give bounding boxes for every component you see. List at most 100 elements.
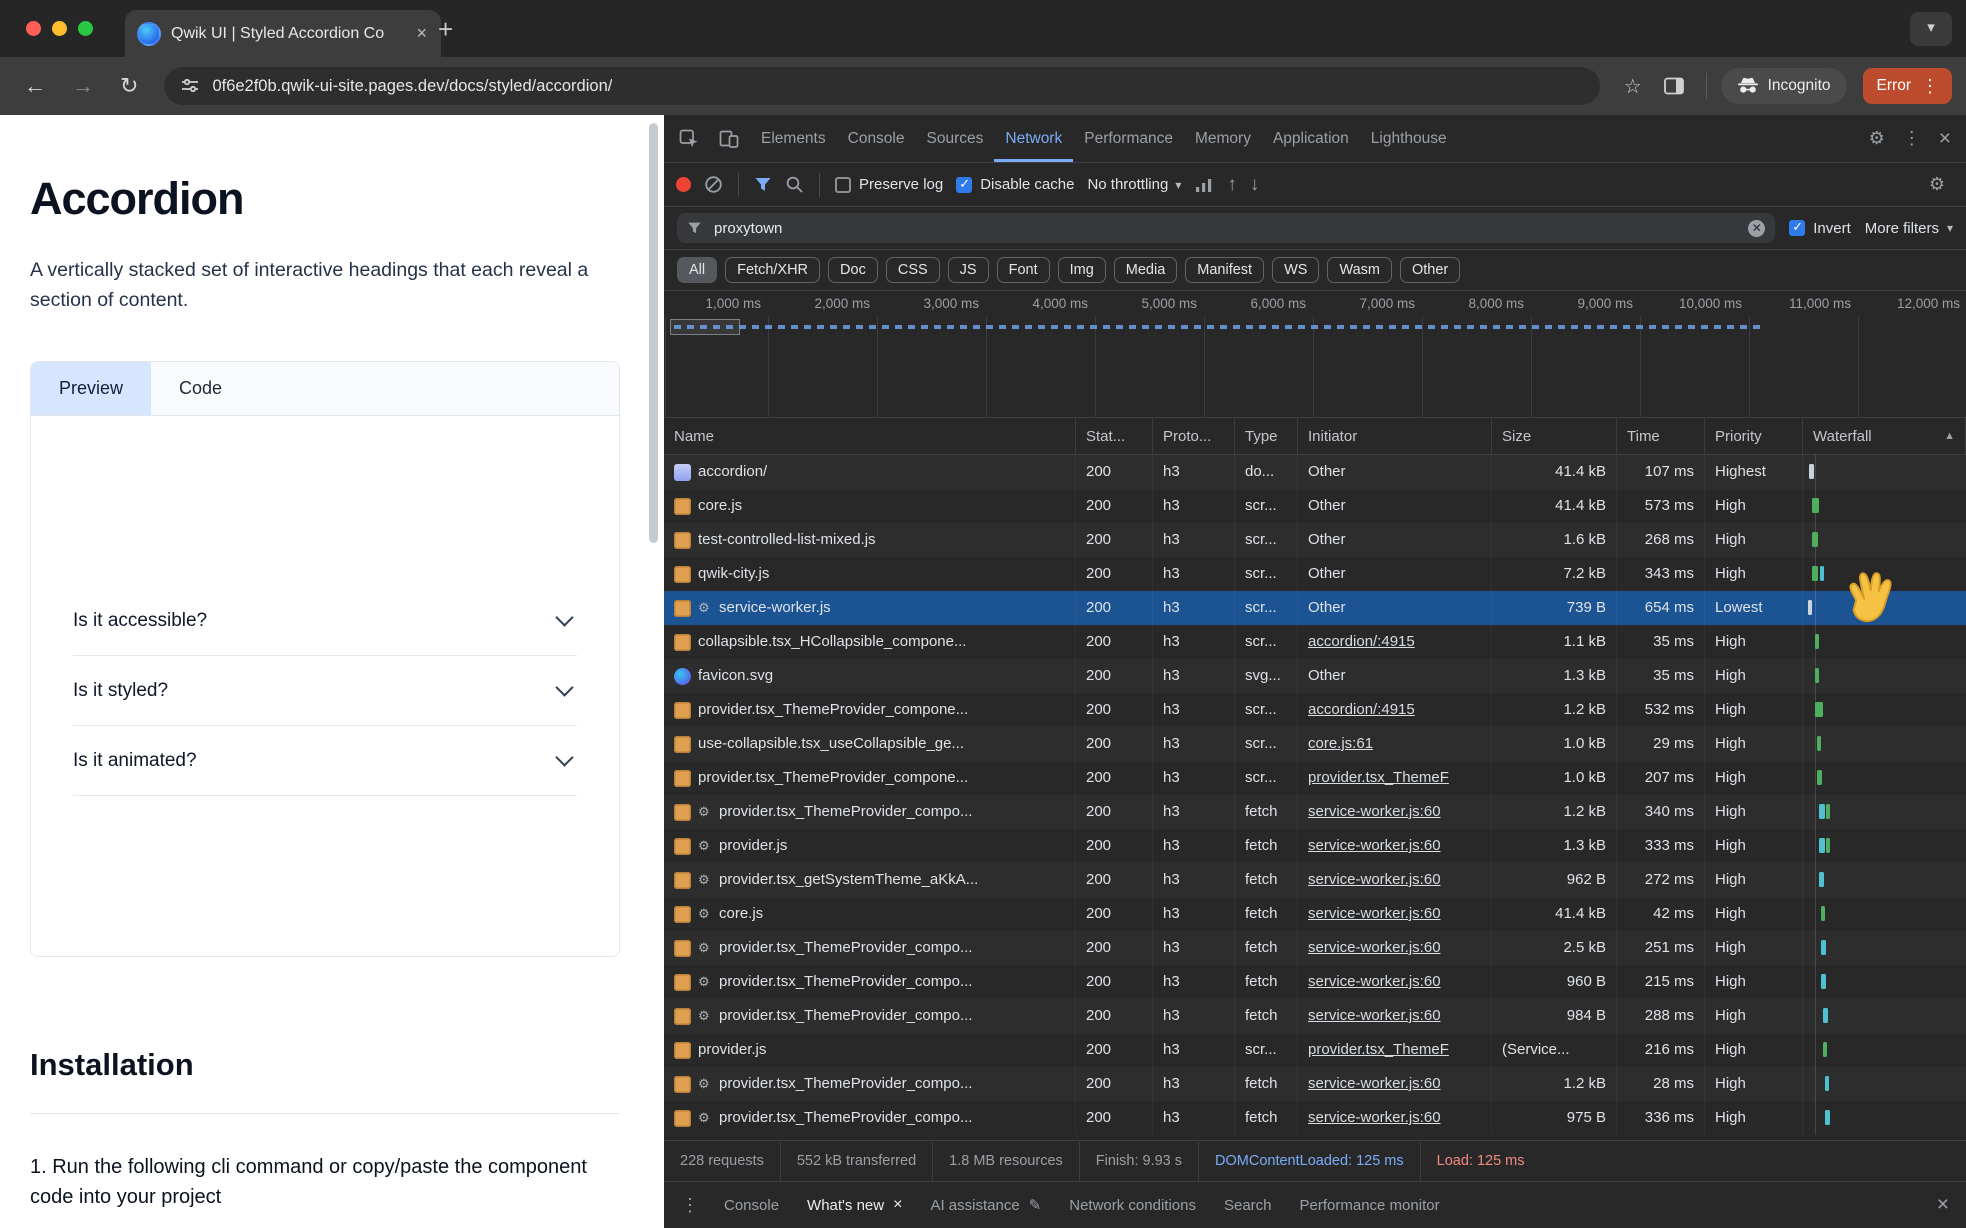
network-request-row[interactable]: provider.tsx_ThemeProvider_compone... 20… — [664, 693, 1966, 727]
column-header[interactable]: Priority — [1705, 418, 1803, 454]
request-type-chip[interactable]: Img — [1058, 257, 1106, 283]
drawer-tab[interactable]: What's new × — [793, 1182, 916, 1228]
column-header[interactable]: Name — [664, 418, 1076, 454]
devtools-tab[interactable]: Performance — [1073, 115, 1184, 162]
close-window-button[interactable] — [26, 21, 41, 36]
devtools-tab[interactable]: Network — [994, 115, 1073, 162]
column-header[interactable]: Initiator — [1298, 418, 1492, 454]
request-initiator[interactable]: service-worker.js:60 — [1308, 1075, 1441, 1092]
network-request-row[interactable]: ⚙ provider.tsx_ThemeProvider_compo... 20… — [664, 999, 1966, 1033]
request-initiator[interactable]: core.js:61 — [1308, 735, 1373, 752]
drawer-close-icon[interactable]: × — [1928, 1182, 1958, 1228]
network-request-row[interactable]: ⚙ provider.tsx_ThemeProvider_compo... 20… — [664, 795, 1966, 829]
devtools-tab[interactable]: Memory — [1184, 115, 1262, 162]
devtools-tab[interactable]: Elements — [750, 115, 837, 162]
network-request-row[interactable]: core.js 200 h3 scr... Other 41.4 kB 573 … — [664, 489, 1966, 523]
tab-code[interactable]: Code — [151, 362, 250, 415]
column-header[interactable]: Stat... — [1076, 418, 1153, 454]
request-initiator[interactable]: service-worker.js:60 — [1308, 837, 1441, 854]
inspect-element-icon[interactable] — [670, 115, 708, 162]
disable-cache-checkbox[interactable]: Disable cache — [956, 176, 1074, 193]
request-initiator[interactable]: service-worker.js:60 — [1308, 803, 1441, 820]
network-settings-icon[interactable]: ⚙ — [1920, 174, 1954, 195]
network-request-row[interactable]: collapsible.tsx_HCollapsible_compone... … — [664, 625, 1966, 659]
request-initiator[interactable]: service-worker.js:60 — [1308, 1007, 1441, 1024]
network-request-row[interactable]: test-controlled-list-mixed.js 200 h3 scr… — [664, 523, 1966, 557]
browser-tab[interactable]: Qwik UI | Styled Accordion Co × — [125, 10, 441, 57]
page-scrollbar-thumb[interactable] — [649, 123, 658, 543]
network-request-row[interactable]: ⚙ provider.tsx_ThemeProvider_compo... 20… — [664, 1101, 1966, 1135]
devtools-tab[interactable]: Console — [837, 115, 916, 162]
checkbox-checked[interactable] — [1789, 220, 1805, 236]
filter-icon[interactable] — [754, 176, 772, 193]
request-initiator[interactable]: service-worker.js:60 — [1308, 905, 1441, 922]
request-initiator[interactable]: Other — [1308, 531, 1346, 548]
network-request-row[interactable]: provider.js 200 h3 scr... provider.tsx_T… — [664, 1033, 1966, 1067]
filter-input-box[interactable]: ✕ — [677, 213, 1775, 243]
network-request-row[interactable]: ⚙ provider.js 200 h3 fetch service-worke… — [664, 829, 1966, 863]
drawer-tab-close-icon[interactable]: × — [893, 1196, 902, 1214]
drawer-tab[interactable]: Performance monitor — [1286, 1182, 1454, 1228]
request-initiator[interactable]: service-worker.js:60 — [1308, 939, 1441, 956]
request-initiator[interactable]: Other — [1308, 463, 1346, 480]
network-request-row[interactable]: favicon.svg 200 h3 svg... Other 1.3 kB 3… — [664, 659, 1966, 693]
network-request-row[interactable]: ⚙ provider.tsx_ThemeProvider_compo... 20… — [664, 1067, 1966, 1101]
request-initiator[interactable]: Other — [1308, 599, 1346, 616]
request-type-chip[interactable]: WS — [1272, 257, 1319, 283]
site-settings-icon[interactable] — [180, 76, 200, 96]
request-initiator[interactable]: Other — [1308, 497, 1346, 514]
request-type-chip[interactable]: Other — [1400, 257, 1460, 283]
bookmark-star-icon[interactable]: ☆ — [1616, 70, 1650, 103]
accordion-item[interactable]: Is it accessible? — [73, 586, 577, 656]
drawer-menu-icon[interactable]: ⋮ — [672, 1182, 708, 1228]
minimize-window-button[interactable] — [52, 21, 67, 36]
checkbox-checked[interactable] — [956, 177, 972, 193]
request-initiator[interactable]: accordion/:4915 — [1308, 701, 1415, 718]
forward-button[interactable]: → — [62, 69, 104, 103]
request-type-chip[interactable]: CSS — [886, 257, 940, 283]
export-har-icon[interactable]: ↓ — [1250, 174, 1260, 196]
address-bar[interactable]: 0f6e2f0b.qwik-ui-site.pages.dev/docs/sty… — [164, 67, 1599, 105]
drawer-tab[interactable]: AI assistance ✎ — [916, 1182, 1055, 1228]
back-button[interactable]: ← — [14, 69, 56, 103]
request-initiator[interactable]: service-worker.js:60 — [1308, 973, 1441, 990]
import-har-icon[interactable]: ↑ — [1227, 174, 1237, 196]
devtools-close-icon[interactable]: × — [1930, 115, 1960, 162]
request-initiator[interactable]: Other — [1308, 667, 1346, 684]
checkbox-unchecked[interactable] — [835, 177, 851, 193]
throttling-dropdown[interactable]: No throttling ▾ — [1087, 176, 1181, 193]
network-conditions-icon[interactable] — [1194, 177, 1214, 193]
more-filters-dropdown[interactable]: More filters ▾ — [1865, 220, 1953, 237]
new-tab-button[interactable]: + — [438, 16, 453, 42]
drawer-tab[interactable]: Console — [710, 1182, 793, 1228]
devtools-settings-icon[interactable]: ⚙ — [1860, 115, 1894, 162]
device-toolbar-icon[interactable] — [710, 115, 748, 162]
network-request-row[interactable]: ⚙ provider.tsx_ThemeProvider_compo... 20… — [664, 931, 1966, 965]
network-request-row[interactable]: accordion/ 200 h3 do... Other 41.4 kB 10… — [664, 455, 1966, 489]
request-initiator[interactable]: service-worker.js:60 — [1308, 1109, 1441, 1126]
request-type-chip[interactable]: JS — [948, 257, 989, 283]
network-request-row[interactable]: ⚙ provider.tsx_ThemeProvider_compo... 20… — [664, 965, 1966, 999]
request-initiator[interactable]: provider.tsx_ThemeF — [1308, 1041, 1449, 1058]
accordion-item[interactable]: Is it animated? — [73, 726, 577, 796]
column-header[interactable]: Proto... — [1153, 418, 1235, 454]
devtools-tab[interactable]: Application — [1262, 115, 1360, 162]
invert-checkbox[interactable]: Invert — [1789, 220, 1851, 237]
devtools-tab[interactable]: Sources — [916, 115, 995, 162]
network-request-row[interactable]: qwik-city.js 200 h3 scr... Other 7.2 kB … — [664, 557, 1966, 591]
accordion-item[interactable]: Is it styled? — [73, 656, 577, 726]
tab-preview[interactable]: Preview — [31, 362, 151, 415]
drawer-tab[interactable]: Search — [1210, 1182, 1286, 1228]
request-type-chip[interactable]: Doc — [828, 257, 878, 283]
request-initiator[interactable]: Other — [1308, 565, 1346, 582]
side-panel-icon[interactable] — [1656, 73, 1692, 99]
request-type-chip[interactable]: Font — [997, 257, 1050, 283]
network-request-row[interactable]: ⚙ service-worker.js 200 h3 scr... Other … — [664, 591, 1966, 625]
kebab-menu-icon[interactable]: ⋮ — [1921, 76, 1940, 97]
record-network-log-button[interactable] — [676, 177, 691, 192]
request-type-chip[interactable]: Wasm — [1327, 257, 1392, 283]
column-header[interactable]: Waterfall ▲ — [1803, 418, 1966, 454]
devtools-tab[interactable]: Lighthouse — [1360, 115, 1458, 162]
tab-close-icon[interactable]: × — [414, 23, 429, 44]
request-type-chip[interactable]: All — [677, 257, 717, 283]
